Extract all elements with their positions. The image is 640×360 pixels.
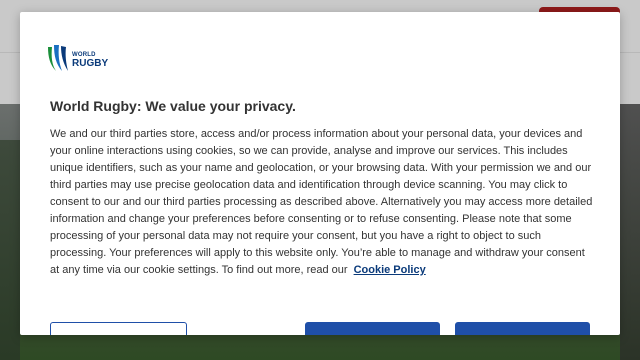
hero-left-edge	[0, 140, 20, 360]
dialog-body: We and our third parties store, access a…	[50, 126, 595, 279]
cookie-policy-link[interactable]: Cookie Policy	[354, 264, 426, 276]
dialog-title: World Rugby: We value your privacy.	[50, 98, 296, 114]
cookie-consent-dialog: WORLD RUGBY World Rugby: We value your p…	[20, 12, 620, 335]
logo-line-2: RUGBY	[72, 58, 109, 69]
manage-preferences-button[interactable]	[50, 322, 187, 335]
consent-description: We and our third parties store, access a…	[50, 128, 593, 276]
hero-right-edge	[620, 104, 640, 360]
accept-button[interactable]	[455, 322, 590, 335]
reject-button[interactable]	[305, 322, 440, 335]
logo-wordmark: WORLD RUGBY	[72, 52, 108, 69]
